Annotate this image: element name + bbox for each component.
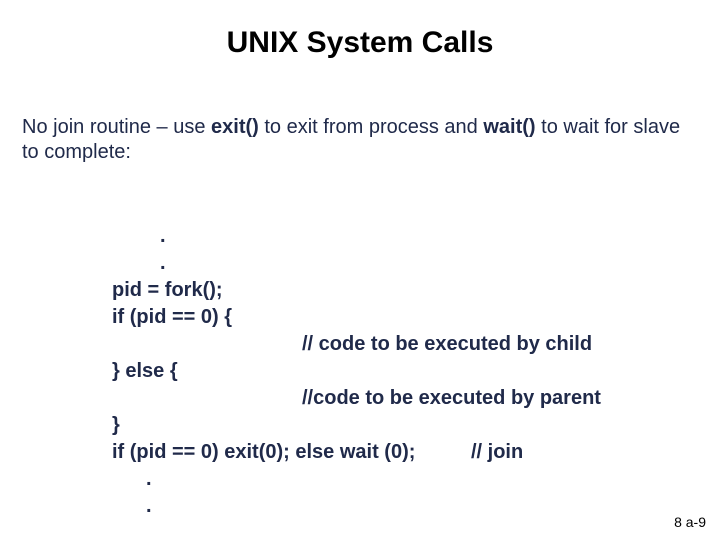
code-line-if: if (pid == 0) { (112, 306, 232, 328)
code-dot-3: . (112, 468, 152, 490)
intro-text-2: to exit from process and (259, 116, 484, 138)
intro-text-1: No join routine – use (22, 116, 211, 138)
code-dot-4: . (112, 495, 152, 517)
code-line-else: } else { (112, 360, 178, 382)
intro-paragraph: No join routine – use exit() to exit fro… (22, 115, 692, 165)
code-line-closebrace: } (112, 414, 120, 436)
code-line-fork: pid = fork(); (112, 279, 223, 301)
code-block: . . pid = fork(); if (pid == 0) { // cod… (112, 196, 688, 520)
intro-bold-exit: exit() (211, 116, 259, 138)
code-dot-2: . (112, 252, 166, 274)
intro-bold-wait: wait() (483, 116, 535, 138)
code-comment-parent: //code to be executed by parent (112, 387, 601, 409)
slide-number: 8 a-9 (674, 514, 706, 530)
code-line-join: if (pid == 0) exit(0); else wait (0); //… (112, 441, 523, 463)
code-dot-1: . (112, 225, 166, 247)
slide: UNIX System Calls No join routine – use … (0, 0, 720, 540)
slide-title: UNIX System Calls (0, 26, 720, 60)
code-comment-child: // code to be executed by child (112, 333, 592, 355)
